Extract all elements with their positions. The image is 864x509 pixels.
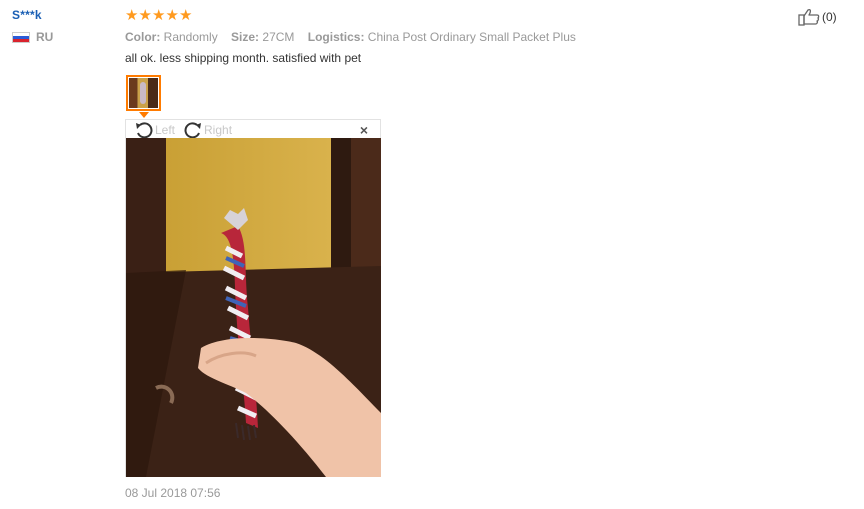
star-rating: ★ ★ ★ ★ ★ [125, 8, 725, 24]
rotate-left-button[interactable]: Left [134, 121, 175, 139]
star-icon: ★ [138, 7, 152, 24]
russia-flag-icon [12, 31, 30, 43]
review-content: ★ ★ ★ ★ ★ Color: Randomly Size: 27CM Log… [125, 8, 725, 66]
star-icon: ★ [152, 7, 166, 24]
logistics-label: Logistics: [307, 30, 365, 44]
star-icon: ★ [179, 7, 193, 24]
helpful-button[interactable]: (0) [798, 8, 837, 26]
reviewer-info: S***k RU [12, 8, 112, 44]
color-value: Randomly [163, 30, 218, 44]
thumbs-up-icon [798, 8, 820, 26]
size-value: 27CM [262, 30, 295, 44]
review-photo [126, 138, 381, 477]
rotate-right-label: Right [204, 122, 233, 137]
rotate-right-icon [184, 121, 202, 138]
viewer-toolbar: Left Right × [126, 120, 380, 139]
color-label: Color: [125, 30, 161, 44]
reviewer-country: RU [12, 30, 112, 44]
helpful-count: (0) [822, 10, 837, 24]
thumbnail-image [129, 78, 158, 108]
close-icon[interactable]: × [360, 122, 368, 138]
rotate-left-icon [136, 121, 153, 138]
rotate-right-button[interactable]: Right [183, 121, 232, 139]
country-code: RU [36, 30, 54, 44]
order-attributes: Color: Randomly Size: 27CM Logistics: Ch… [125, 30, 725, 44]
thumbnail-selected-arrow [139, 112, 149, 118]
size-label: Size: [231, 30, 260, 44]
photo-viewer: Left Right × [125, 119, 381, 477]
review-text: all ok. less shipping month. satisfied w… [125, 51, 362, 65]
photo-thumbnail[interactable] [126, 75, 161, 111]
star-icon: ★ [125, 7, 139, 24]
review-date: 08 Jul 2018 07:56 [125, 486, 221, 500]
star-icon: ★ [165, 7, 179, 24]
reviewer-name[interactable]: S***k [12, 8, 112, 22]
rotate-left-label: Left [155, 122, 176, 137]
logistics-value: China Post Ordinary Small Packet Plus [367, 30, 576, 44]
